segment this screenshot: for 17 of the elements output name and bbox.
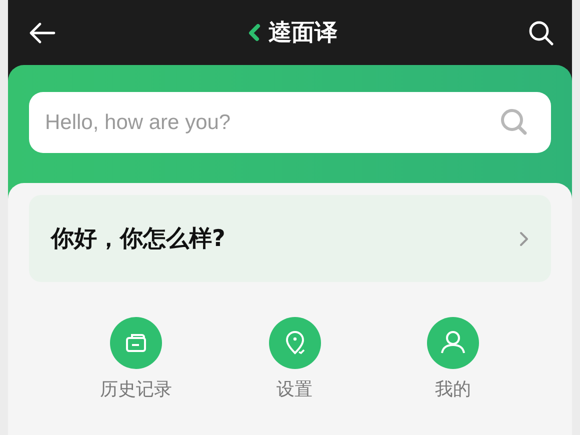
nav-label: 历史记录 xyxy=(100,378,172,401)
back-icon[interactable] xyxy=(28,22,56,44)
logo-icon xyxy=(246,24,260,42)
search-field[interactable]: Hello, how are you? xyxy=(29,92,551,153)
search-icon[interactable] xyxy=(528,20,554,46)
nav-item[interactable]: 我的 xyxy=(398,317,508,401)
nav-item[interactable]: 设置 xyxy=(240,317,350,401)
nav-label: 设置 xyxy=(276,378,312,401)
box-icon xyxy=(110,317,162,369)
location-pin-icon xyxy=(268,317,320,369)
nav-label: 我的 xyxy=(435,378,471,401)
chevron-right-icon xyxy=(519,230,529,246)
person-icon xyxy=(427,317,479,369)
nav-item[interactable]: 历史记录 xyxy=(81,317,191,401)
translation-text: 你好，你怎么样? xyxy=(51,225,226,254)
translation-result[interactable]: 你好，你怎么样? xyxy=(29,195,551,282)
app-title: 逵面译 xyxy=(268,19,338,48)
